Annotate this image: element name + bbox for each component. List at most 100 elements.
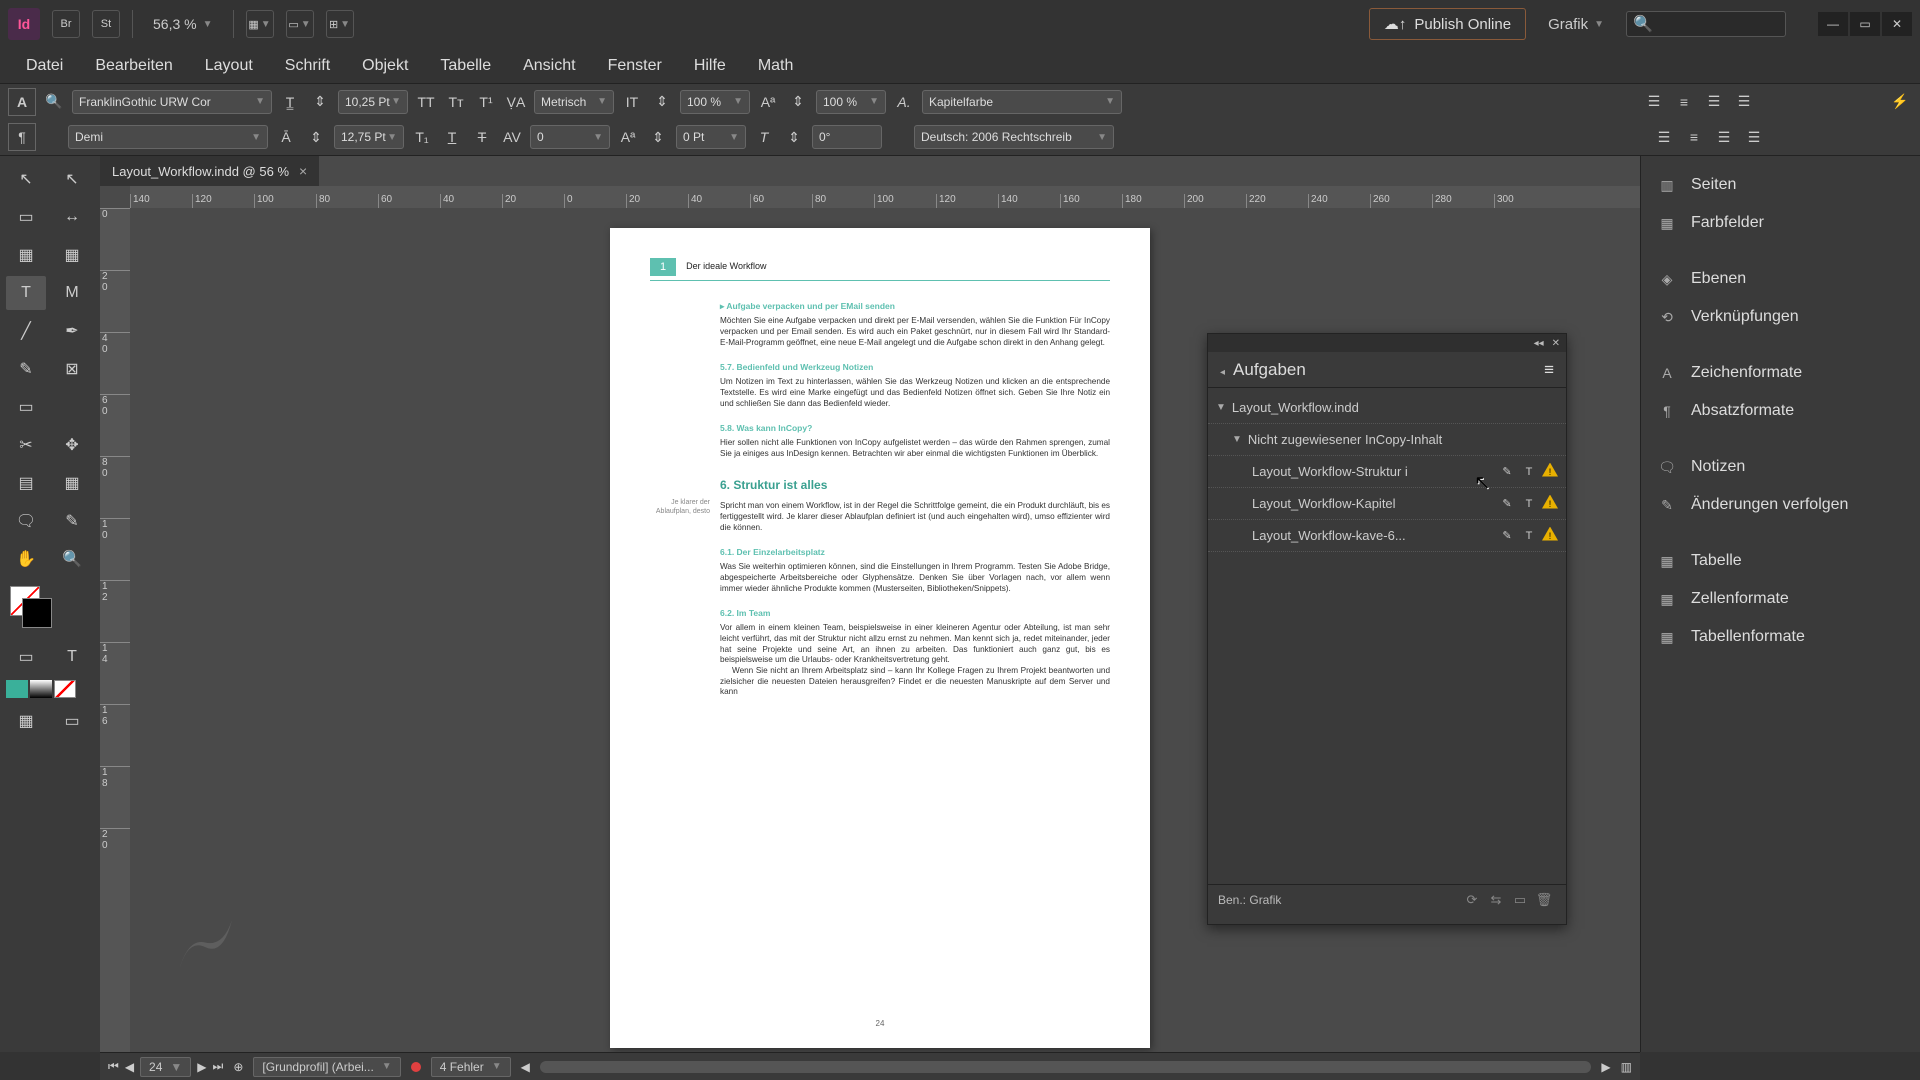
selection-tool[interactable]: ↖ — [6, 162, 46, 196]
page-number-input[interactable]: 24▼ — [140, 1057, 191, 1077]
menu-fenster[interactable]: Fenster — [592, 51, 678, 81]
arrange-button[interactable]: ⊞▼ — [326, 10, 354, 38]
panel-zeichenformate[interactable]: AZeichenformate — [1641, 354, 1920, 392]
panel-tabelle[interactable]: ▦Tabelle — [1641, 542, 1920, 580]
leading-input[interactable]: 12,75 Pt▼ — [334, 125, 404, 149]
type-tool[interactable]: T — [6, 276, 46, 310]
format-container-button[interactable]: ▭ — [6, 640, 46, 674]
panel-menu-icon[interactable]: ≡ — [1544, 360, 1554, 380]
char-style-select[interactable]: Kapitelfarbe▼ — [922, 90, 1122, 114]
last-page-icon[interactable]: ⏭ — [213, 1059, 224, 1074]
stepper-icon[interactable]: ⇕ — [650, 90, 674, 114]
apply-none-button[interactable] — [54, 680, 76, 698]
content-placer-tool[interactable]: ▦ — [52, 238, 92, 272]
language-select[interactable]: Deutsch: 2006 Rechtschreib▼ — [914, 125, 1114, 149]
stepper-icon[interactable]: ⇕ — [782, 125, 806, 149]
fill-stroke-swatch[interactable] — [6, 586, 94, 636]
scissors-tool[interactable]: ✂ — [6, 428, 46, 462]
apply-gradient-button[interactable] — [30, 680, 52, 698]
refresh-icon[interactable]: ⟳ — [1460, 892, 1484, 908]
maximize-button[interactable]: ▭ — [1850, 12, 1880, 36]
close-button[interactable]: ✕ — [1882, 12, 1912, 36]
bridge-button[interactable]: Br — [52, 10, 80, 38]
new-icon[interactable]: ▭ — [1508, 892, 1532, 908]
panel-verknuepfungen[interactable]: ⟲Verknüpfungen — [1641, 298, 1920, 336]
superscript-button[interactable]: T¹ — [474, 90, 498, 114]
edit-icon[interactable]: ✎ — [1498, 463, 1516, 481]
panel-aenderungen[interactable]: ✎Änderungen verfolgen — [1641, 486, 1920, 524]
edit-icon[interactable]: ✎ — [1498, 495, 1516, 513]
stock-button[interactable]: St — [92, 10, 120, 38]
align-right-button[interactable]: ☰ — [1702, 90, 1726, 114]
stepper-icon[interactable]: ⇕ — [646, 125, 670, 149]
panel-tabellenformate[interactable]: ▦Tabellenformate — [1641, 618, 1920, 656]
panel-absatzformate[interactable]: ¶Absatzformate — [1641, 392, 1920, 430]
stepper-icon[interactable]: ⇕ — [304, 125, 328, 149]
color-theme-tool[interactable]: ✎ — [52, 504, 92, 538]
panel-farbfelder[interactable]: ▦Farbfelder — [1641, 204, 1920, 242]
expand-icon[interactable]: ▼ — [1216, 402, 1226, 413]
justify-all-button[interactable]: ☰ — [1742, 125, 1766, 149]
panel-zellenformate[interactable]: ▦Zellenformate — [1641, 580, 1920, 618]
panel-notizen[interactable]: 🗨Notizen — [1641, 448, 1920, 486]
menu-ansicht[interactable]: Ansicht — [507, 51, 591, 81]
view-normal-button[interactable]: ▦ — [6, 704, 46, 738]
screen-mode-button[interactable]: ▭▼ — [286, 10, 314, 38]
menu-objekt[interactable]: Objekt — [346, 51, 424, 81]
panel-tab-chevron-icon[interactable]: ◂ — [1220, 367, 1225, 378]
prev-page-icon[interactable]: ◀ — [125, 1060, 134, 1074]
scroll-left-icon[interactable]: ◀ — [521, 1060, 530, 1074]
close-panel-icon[interactable]: ✕ — [1552, 338, 1560, 349]
font-family-select[interactable]: FranklinGothic URW Cor▼ — [72, 90, 272, 114]
open-dialog-icon[interactable]: ⊕ — [233, 1060, 243, 1074]
smallcaps-button[interactable]: Tᴛ — [444, 90, 468, 114]
note-tool[interactable]: 🗨 — [6, 504, 46, 538]
gradient-swatch-tool[interactable]: ▤ — [6, 466, 46, 500]
trash-icon[interactable]: 🗑 — [1532, 892, 1556, 908]
vertical-ruler[interactable]: 0 20 40 60 80 10 12 14 16 18 20 — [100, 208, 130, 1052]
next-page-icon[interactable]: ▶ — [197, 1060, 206, 1074]
first-page-icon[interactable]: ⏮ — [108, 1059, 119, 1074]
page-tool[interactable]: ▭ — [6, 200, 46, 234]
horizontal-ruler[interactable]: 1401201008060402002040608010012014016018… — [130, 186, 1640, 208]
edit-icon[interactable]: ✎ — [1498, 527, 1516, 545]
justify-center-button[interactable]: ≡ — [1682, 125, 1706, 149]
align-center-button[interactable]: ≡ — [1672, 90, 1696, 114]
stepper-icon[interactable]: ⇕ — [308, 90, 332, 114]
allcaps-button[interactable]: TT — [414, 90, 438, 114]
justify-left-button[interactable]: ☰ — [1652, 125, 1676, 149]
menu-hilfe[interactable]: Hilfe — [678, 51, 742, 81]
minimize-button[interactable]: — — [1818, 12, 1848, 36]
tree-root[interactable]: ▼Layout_Workflow.indd — [1208, 392, 1566, 424]
menu-schrift[interactable]: Schrift — [269, 51, 346, 81]
align-left-button[interactable]: ☰ — [1642, 90, 1666, 114]
strikethrough-button[interactable]: T — [470, 125, 494, 149]
document-tab[interactable]: Layout_Workflow.indd @ 56 % × — [100, 156, 319, 186]
stepper-icon[interactable]: ⇕ — [786, 90, 810, 114]
apply-color-button[interactable] — [6, 680, 28, 698]
scroll-right-icon[interactable]: ▶ — [1601, 1060, 1610, 1074]
gap-tool[interactable]: ↔ — [52, 200, 92, 234]
pen-tool[interactable]: ✒ — [52, 314, 92, 348]
tree-item[interactable]: Layout_Workflow-kave-6... ✎T! — [1208, 520, 1566, 552]
tracking-input[interactable]: 0▼ — [530, 125, 610, 149]
baseline-shift-input[interactable]: 0 Pt▼ — [676, 125, 746, 149]
kerning-select[interactable]: Metrisch▼ — [534, 90, 614, 114]
char-format-icon[interactable]: A — [8, 88, 36, 116]
page-navigator[interactable]: ⏮ ◀ 24▼ ▶ ⏭ — [108, 1057, 223, 1077]
para-format-icon[interactable]: ¶ — [8, 123, 36, 151]
menu-tabelle[interactable]: Tabelle — [424, 51, 507, 81]
math-tool[interactable]: M — [52, 276, 92, 310]
tree-group[interactable]: ▼Nicht zugewiesener InCopy-Inhalt — [1208, 424, 1566, 456]
menu-layout[interactable]: Layout — [189, 51, 269, 81]
zoom-level-dropdown[interactable]: 56,3 %▼ — [145, 16, 221, 32]
rect-frame-tool[interactable]: ⊠ — [52, 352, 92, 386]
tree-item[interactable]: Layout_Workflow-Kapitel ✎T! — [1208, 488, 1566, 520]
free-transform-tool[interactable]: ✥ — [52, 428, 92, 462]
underline-button[interactable]: T — [440, 125, 464, 149]
publish-online-button[interactable]: ☁↑ Publish Online — [1369, 8, 1526, 40]
direct-selection-tool[interactable]: ↖ — [52, 162, 92, 196]
view-preview-button[interactable]: ▭ — [52, 704, 92, 738]
skew-input[interactable]: 0° — [812, 125, 882, 149]
hand-tool[interactable]: ✋ — [6, 542, 46, 576]
